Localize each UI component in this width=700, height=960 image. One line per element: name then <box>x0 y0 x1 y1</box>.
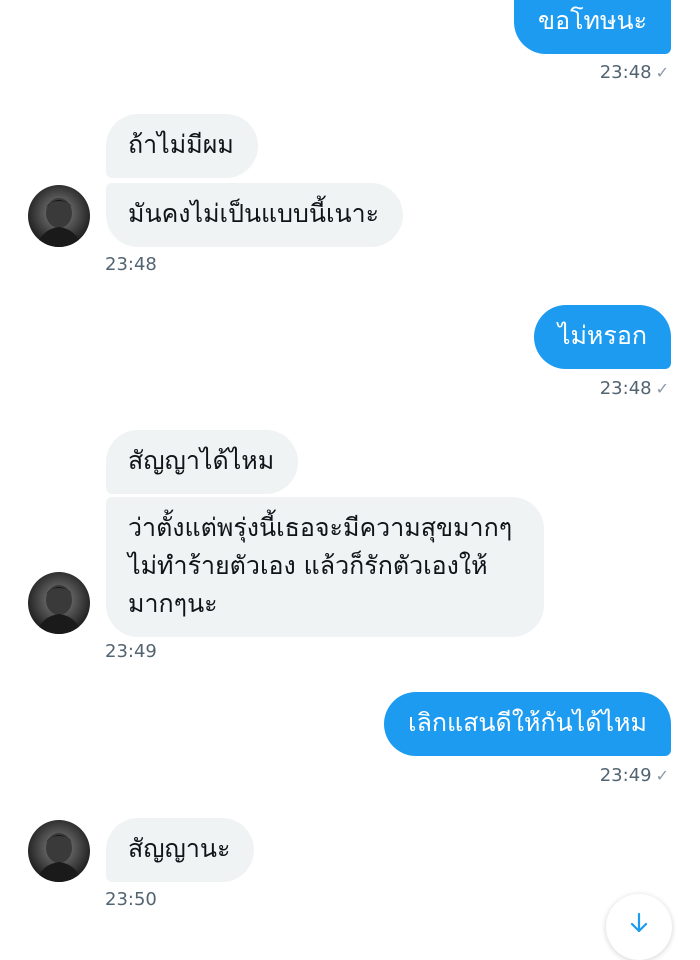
check-icon: ✓ <box>655 379 669 398</box>
message-text: สัญญานะ <box>128 834 231 863</box>
message-text: สัญญาได้ไหม <box>128 446 275 475</box>
timestamp-text: 23:48 <box>599 62 652 83</box>
incoming-message[interactable]: สัญญานะ <box>106 818 255 882</box>
message-text: มันคงไม่เป็นแบบนี้เนาะ <box>128 199 380 228</box>
avatar-image <box>36 198 82 247</box>
incoming-message[interactable]: ว่าตั้งแต่พรุ่งนี้เธอจะมีความสุขมากๆ ไม่… <box>106 497 544 637</box>
avatar[interactable] <box>28 185 90 247</box>
message-timestamp: 23:49 <box>105 641 157 662</box>
message-timestamp: 23:48 <box>105 254 157 275</box>
avatar[interactable] <box>28 820 90 882</box>
check-icon: ✓ <box>655 63 669 82</box>
avatar-image <box>36 833 82 882</box>
scroll-to-bottom-button[interactable] <box>606 894 672 960</box>
outgoing-message[interactable]: ไม่หรอก <box>533 305 671 369</box>
outgoing-message[interactable]: ขอโทษนะ <box>513 0 671 54</box>
message-timestamp: 23:49 ✓ <box>600 765 669 786</box>
incoming-message[interactable]: สัญญาได้ไหม <box>106 430 299 494</box>
timestamp-text: 23:48 <box>599 378 652 399</box>
message-timestamp: 23:48 ✓ <box>600 378 669 399</box>
message-timestamp: 23:50 <box>105 889 157 910</box>
message-text: ว่าตั้งแต่พรุ่งนี้เธอจะมีความสุขมากๆ ไม่… <box>128 513 513 618</box>
check-icon: ✓ <box>655 766 669 785</box>
message-text: ถ้าไม่มีผม <box>128 130 234 159</box>
message-timestamp: 23:48 ✓ <box>600 62 669 83</box>
avatar-image <box>36 585 82 634</box>
arrow-down-icon <box>630 912 648 933</box>
timestamp-text: 23:49 <box>599 765 652 786</box>
incoming-message[interactable]: มันคงไม่เป็นแบบนี้เนาะ <box>106 183 404 247</box>
incoming-message[interactable]: ถ้าไม่มีผม <box>106 114 258 178</box>
avatar[interactable] <box>28 572 90 634</box>
outgoing-message[interactable]: เลิกแสนดีให้กันได้ไหม <box>384 692 671 756</box>
